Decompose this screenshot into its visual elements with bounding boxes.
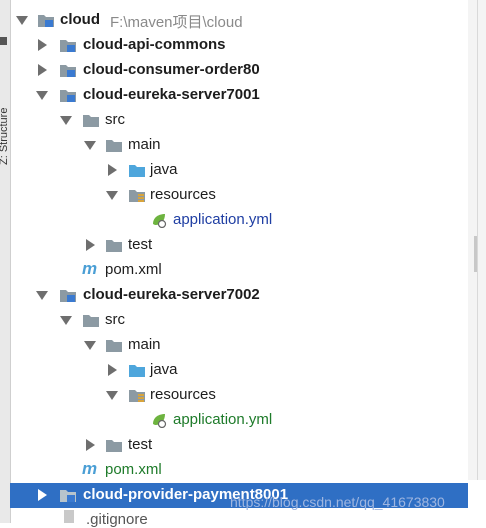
folder-name: main [128, 136, 161, 153]
tree-row-module[interactable]: cloud-consumer-order80 [0, 58, 470, 83]
expand-arrow-icon[interactable] [84, 141, 96, 150]
collapse-arrow-icon[interactable] [38, 489, 47, 501]
module-folder-icon [60, 65, 76, 77]
expand-arrow-icon[interactable] [106, 191, 118, 200]
module-name: cloud-consumer-order80 [83, 61, 260, 78]
tree-row-root[interactable]: cloud F:\maven项目\cloud [0, 8, 470, 33]
collapse-arrow-icon[interactable] [86, 239, 95, 251]
scroll-marker [474, 236, 477, 272]
file-name: pom.xml [105, 261, 162, 278]
collapse-arrow-icon[interactable] [38, 64, 47, 76]
maven-file-icon: m [82, 259, 98, 278]
folder-name: src [105, 111, 125, 128]
tree-row-file[interactable]: m pom.xml [0, 258, 470, 283]
module-folder-icon [60, 490, 76, 502]
folder-icon [106, 240, 122, 252]
tree-row-folder[interactable]: main [0, 133, 470, 158]
collapse-arrow-icon[interactable] [38, 39, 47, 51]
watermark-text: https://blog.csdn.net/qq_41673830 [230, 494, 445, 510]
folder-name: test [128, 236, 153, 253]
module-folder-icon [60, 90, 76, 102]
vertical-scrollbar[interactable] [468, 0, 486, 480]
expand-arrow-icon[interactable] [84, 341, 96, 350]
tree-row-file[interactable]: application.yml [0, 408, 470, 433]
file-name: application.yml [173, 411, 273, 428]
expand-arrow-icon[interactable] [36, 291, 48, 300]
root-name: cloud [60, 11, 100, 28]
folder-icon [106, 340, 122, 352]
tree-row-folder[interactable]: main [0, 333, 470, 358]
module-name: cloud-eureka-server7001 [83, 86, 260, 103]
collapse-arrow-icon[interactable] [108, 364, 117, 376]
tree-row-folder[interactable]: resources [0, 183, 470, 208]
maven-file-icon: m [82, 459, 98, 478]
folder-name: test [128, 436, 153, 453]
tree-row-folder[interactable]: test [0, 233, 470, 258]
file-name: .gitignore [86, 511, 148, 528]
module-folder-icon [38, 15, 54, 27]
file-icon [64, 510, 74, 523]
folder-name: java [150, 161, 178, 178]
folder-name: java [150, 361, 178, 378]
expand-arrow-icon[interactable] [106, 391, 118, 400]
resources-folder-icon [129, 190, 145, 202]
expand-arrow-icon[interactable] [60, 316, 72, 325]
tree-row-folder[interactable]: src [0, 308, 470, 333]
tree-row-folder[interactable]: resources [0, 383, 470, 408]
file-name: pom.xml [105, 461, 162, 478]
spring-yml-file-icon [153, 214, 167, 228]
tree-row-file[interactable]: application.yml [0, 208, 470, 233]
tree-row-module[interactable]: cloud-api-commons [0, 33, 470, 58]
module-name: cloud-api-commons [83, 36, 226, 53]
file-name: application.yml [173, 211, 273, 228]
spring-yml-file-icon [153, 414, 167, 428]
source-folder-icon [129, 365, 145, 377]
folder-icon [83, 315, 99, 327]
collapse-arrow-icon[interactable] [86, 439, 95, 451]
folder-name: main [128, 336, 161, 353]
module-folder-icon [60, 40, 76, 52]
folder-name: resources [150, 186, 216, 203]
folder-name: src [105, 311, 125, 328]
collapse-arrow-icon[interactable] [108, 164, 117, 176]
folder-icon [83, 115, 99, 127]
tree-row-folder[interactable]: java [0, 158, 470, 183]
folder-name: resources [150, 386, 216, 403]
expand-arrow-icon[interactable] [60, 116, 72, 125]
expand-arrow-icon[interactable] [36, 91, 48, 100]
tree-row-module[interactable]: cloud-eureka-server7002 [0, 283, 470, 308]
folder-icon [106, 440, 122, 452]
root-path: F:\maven项目\cloud [110, 14, 243, 31]
source-folder-icon [129, 165, 145, 177]
tree-row-folder[interactable]: src [0, 108, 470, 133]
resources-folder-icon [129, 390, 145, 402]
expand-arrow-icon[interactable] [16, 16, 28, 25]
tree-row-folder[interactable]: test [0, 433, 470, 458]
folder-icon [106, 140, 122, 152]
tree-row-folder[interactable]: java [0, 358, 470, 383]
tree-row-file[interactable]: m pom.xml [0, 458, 470, 483]
module-name: cloud-eureka-server7002 [83, 286, 260, 303]
module-folder-icon [60, 290, 76, 302]
tree-row-module[interactable]: cloud-eureka-server7001 [0, 83, 470, 108]
